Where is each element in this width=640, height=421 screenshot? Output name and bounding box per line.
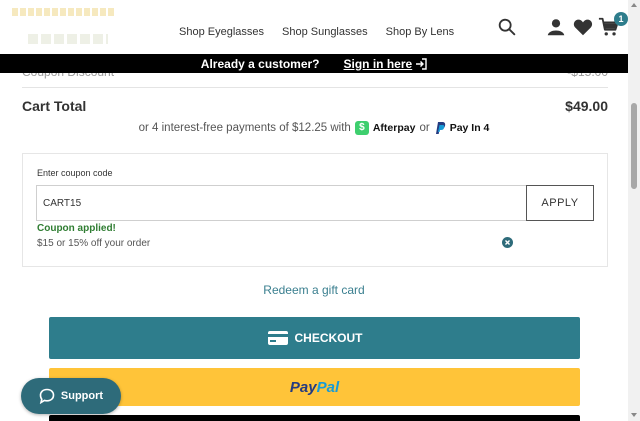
account-icon[interactable] — [545, 16, 567, 38]
scrollbar-thumb[interactable] — [631, 103, 637, 189]
main-nav: Shop Eyeglasses Shop Sunglasses Shop By … — [179, 26, 454, 38]
credit-card-icon — [267, 331, 288, 345]
coupon-code-label: Enter coupon code — [37, 168, 113, 178]
afterpay-icon: $ — [354, 121, 369, 135]
cart-total-label: Cart Total — [22, 98, 87, 114]
site-logo[interactable] — [8, 6, 118, 46]
installment-offer: or 4 interest-free payments of $12.25 wi… — [0, 121, 628, 135]
login-prompt: Already a customer? — [200, 56, 320, 71]
coupon-section: Enter coupon code APPLY Coupon applied! … — [22, 153, 608, 267]
nav-shop-eyeglasses[interactable]: Shop Eyeglasses — [179, 26, 264, 38]
remove-coupon-icon[interactable] — [502, 237, 513, 248]
afterpay-label[interactable]: Afterpay — [373, 122, 416, 134]
sign-in-arrow-icon — [416, 57, 427, 70]
apply-coupon-button[interactable]: APPLY — [526, 185, 594, 221]
installment-or: or — [419, 122, 430, 134]
scroll-up-arrow-icon[interactable] — [631, 3, 637, 7]
scroll-down-arrow-icon[interactable] — [631, 413, 637, 417]
nav-shop-sunglasses[interactable]: Shop Sunglasses — [282, 26, 368, 38]
sign-in-link[interactable]: Sign in here — [344, 57, 428, 71]
support-label: Support — [60, 390, 104, 402]
cart-total-row: Cart Total $49.00 — [22, 98, 608, 114]
paypal-pay-in-4-label[interactable]: Pay In 4 — [450, 122, 490, 134]
sign-in-label: Sign in here — [343, 56, 413, 71]
checkout-label: CHECKOUT — [294, 331, 363, 345]
cart-total-value: $49.00 — [565, 98, 608, 114]
coupon-applied-detail: $15 or 15% off your order — [37, 238, 151, 249]
wishlist-heart-icon[interactable] — [572, 16, 594, 38]
redeem-gift-card-link[interactable]: Redeem a gift card — [0, 283, 628, 297]
nav-shop-by-lens[interactable]: Shop By Lens — [386, 26, 455, 38]
page-scrollbar[interactable] — [628, 0, 640, 421]
support-button[interactable]: Support — [21, 378, 121, 414]
paypal-icon — [435, 122, 445, 134]
paypal-logo: PayPal — [289, 378, 340, 396]
checkout-button[interactable]: CHECKOUT — [49, 317, 580, 359]
site-header: Shop Eyeglasses Shop Sunglasses Shop By … — [0, 0, 628, 54]
login-bar: Already a customer? Sign in here — [0, 54, 628, 73]
chat-bubble-icon — [39, 388, 55, 404]
coupon-applied-message: Coupon applied! — [37, 223, 116, 234]
cart-count-badge: 1 — [614, 12, 628, 26]
summary-divider — [22, 87, 608, 88]
installment-text: or 4 interest-free payments of $12.25 wi… — [138, 122, 351, 134]
coupon-code-input[interactable] — [36, 185, 527, 221]
express-checkout-button[interactable] — [49, 415, 580, 421]
paypal-checkout-button[interactable]: PayPal — [49, 368, 580, 406]
search-icon[interactable] — [496, 16, 518, 38]
page: Shop Eyeglasses Shop Sunglasses Shop By … — [0, 0, 640, 421]
